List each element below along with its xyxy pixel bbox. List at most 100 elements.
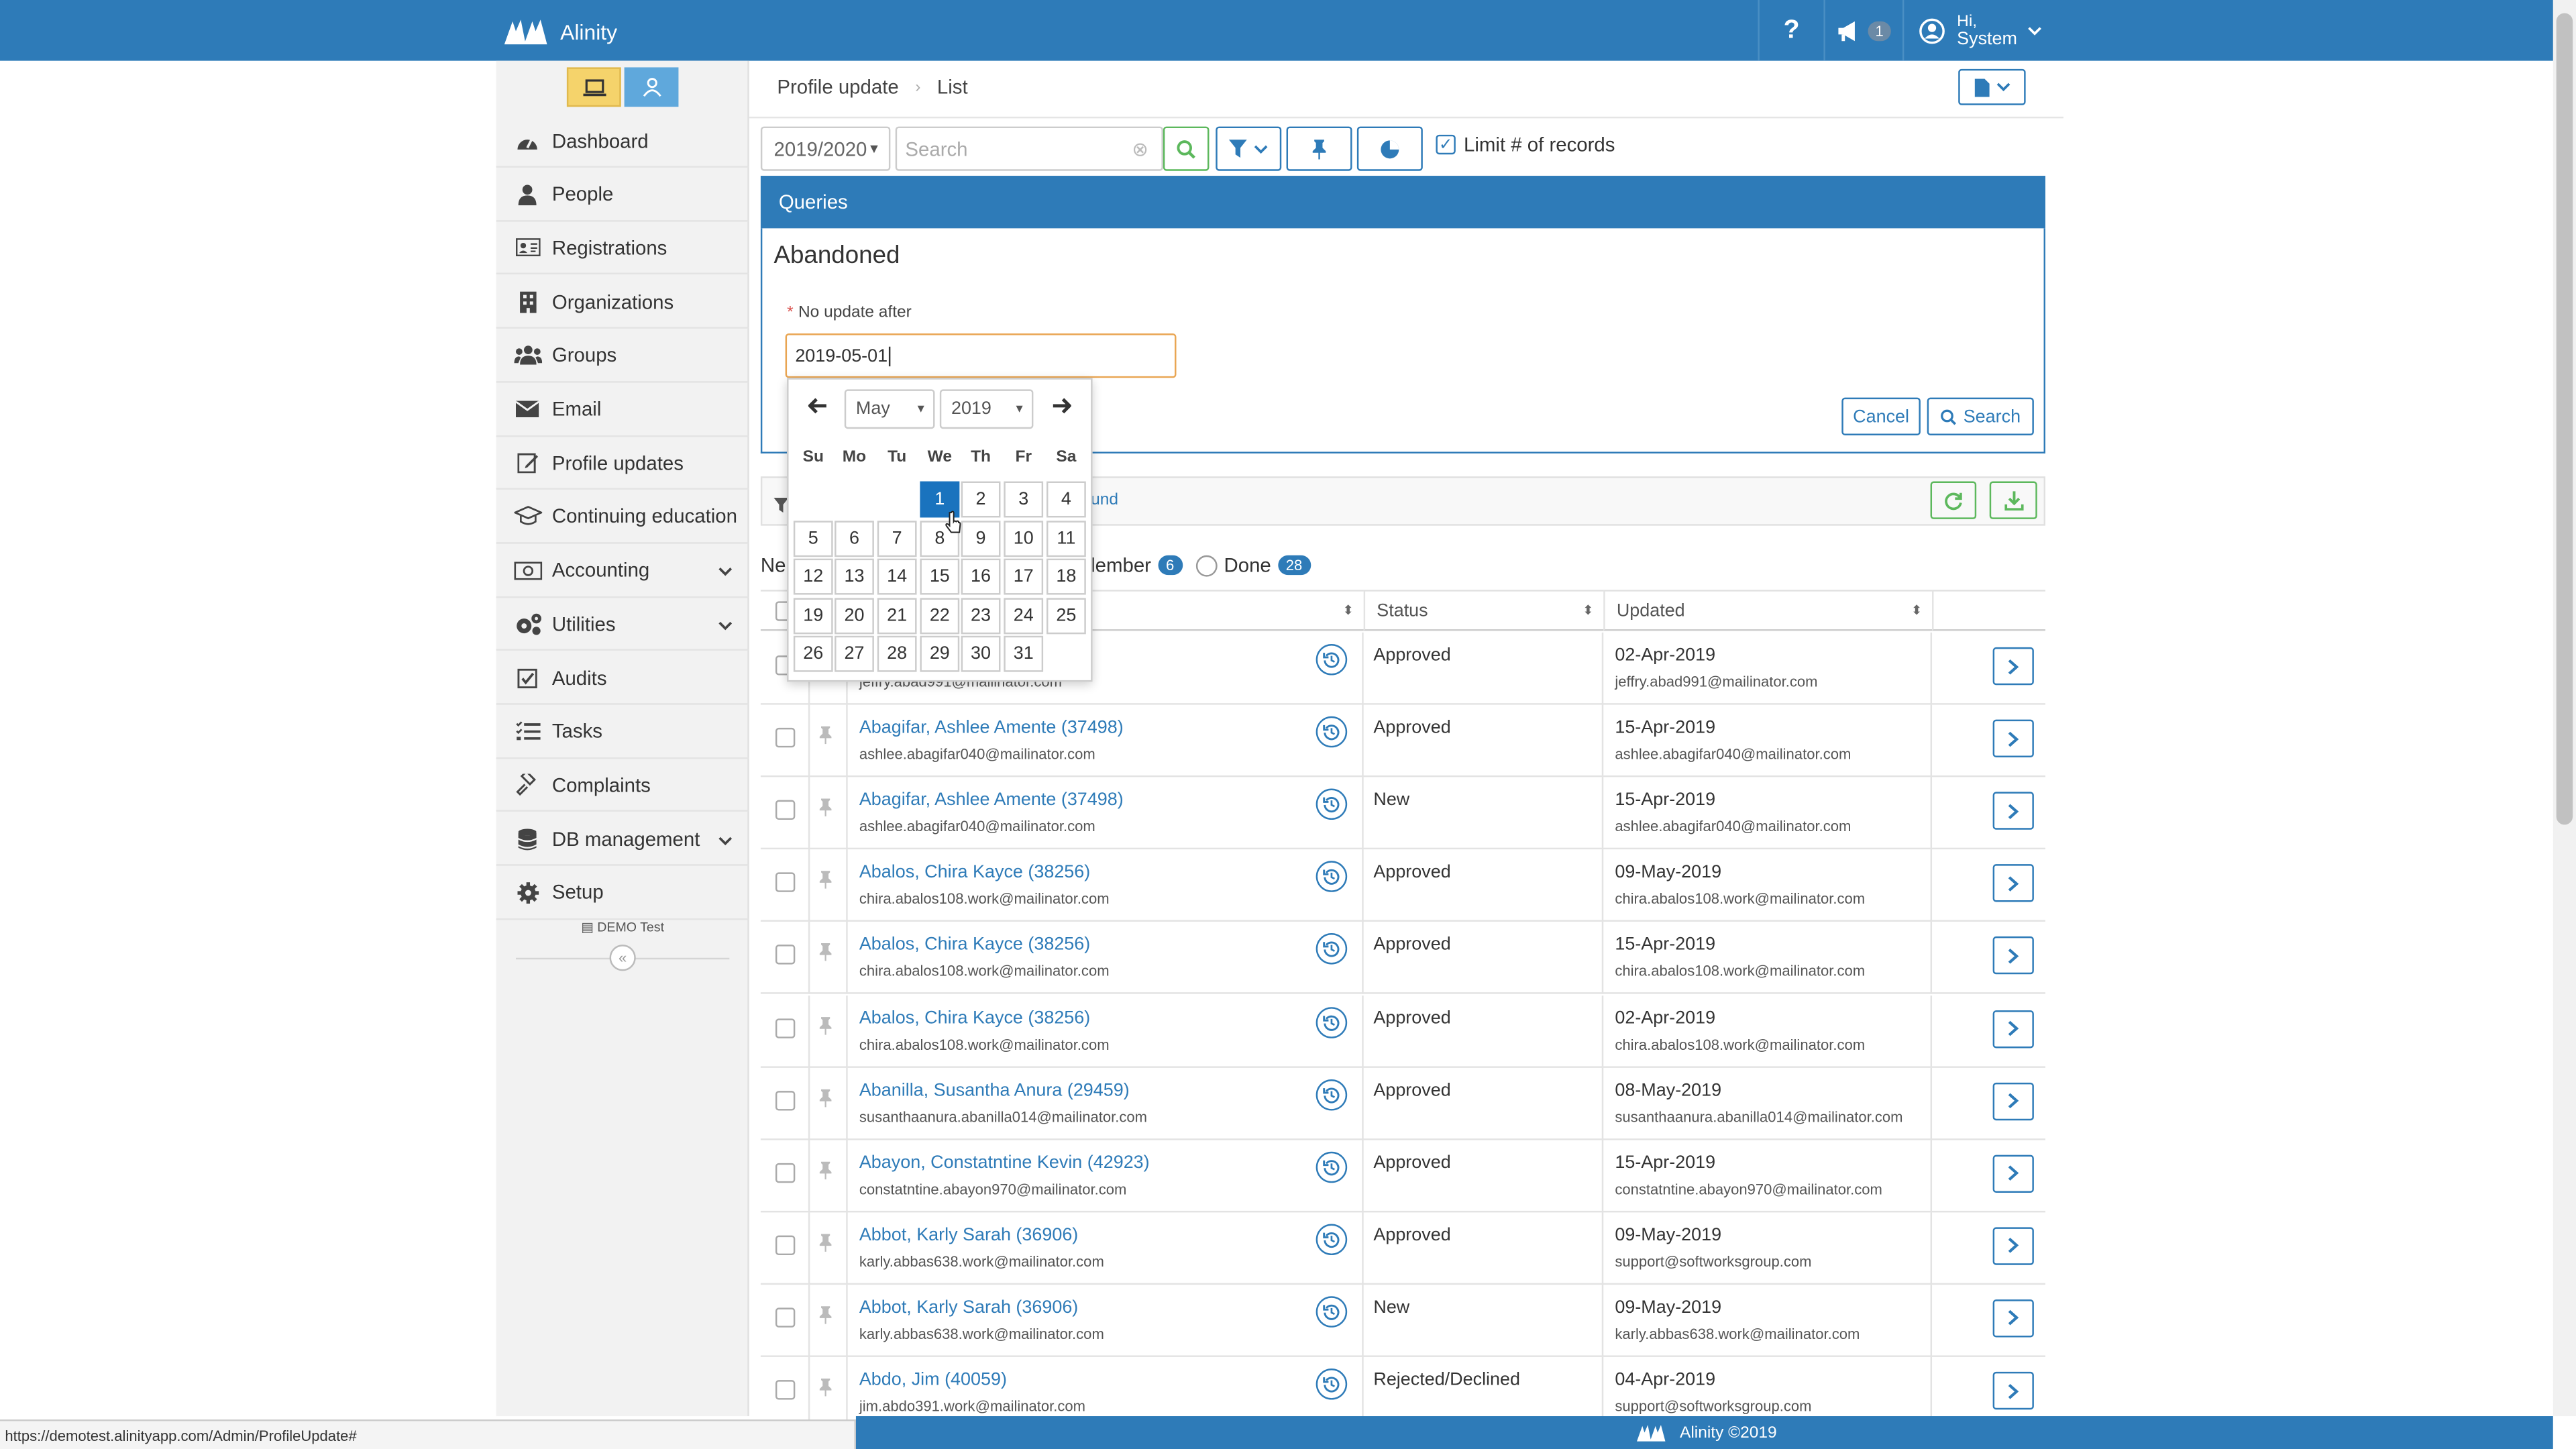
column-header-status[interactable]: Status ⬍ (1363, 590, 1604, 631)
sidebar-item-people[interactable]: People (496, 168, 749, 221)
pin-icon[interactable] (818, 1158, 833, 1187)
person-name-link[interactable]: Abdo, Jim (40059) (859, 1370, 1007, 1389)
open-record-button[interactable] (1992, 1371, 2034, 1410)
sidebar-item-setup[interactable]: Setup (496, 867, 749, 920)
open-record-button[interactable] (1992, 647, 2034, 686)
row-checkbox[interactable] (775, 1163, 796, 1183)
open-record-button[interactable] (1992, 792, 2034, 830)
records-found-link[interactable]: und (1091, 491, 1118, 509)
open-record-button[interactable] (1992, 864, 2034, 903)
member-filter[interactable]: lember 6 (1091, 553, 1183, 577)
sidebar-item-audits[interactable]: Audits (496, 652, 749, 705)
calendar-day[interactable]: 10 (1004, 520, 1044, 557)
breadcrumb-item-profile-update[interactable]: Profile update (777, 76, 898, 99)
sidebar-item-dashboard[interactable]: Dashboard (496, 115, 749, 168)
calendar-day[interactable]: 24 (1004, 597, 1044, 634)
column-header-updated[interactable]: Updated ⬍ (1603, 590, 1933, 631)
sidebar-item-complaints[interactable]: Complaints (496, 759, 749, 812)
calendar-day[interactable]: 26 (793, 636, 833, 673)
datepicker-next-button[interactable] (1048, 391, 1074, 421)
open-record-button[interactable] (1992, 1299, 2034, 1338)
desktop-view-toggle[interactable] (566, 67, 621, 107)
pin-icon[interactable] (818, 941, 833, 970)
pin-icon[interactable] (818, 868, 833, 898)
history-icon[interactable] (1316, 716, 1348, 748)
calendar-day[interactable]: 18 (1046, 559, 1086, 595)
clear-search-icon[interactable]: ⊗ (1132, 137, 1148, 160)
calendar-day[interactable]: 27 (835, 636, 874, 673)
sidebar-item-registrations[interactable]: Registrations (496, 223, 749, 275)
calendar-day[interactable]: 13 (835, 559, 874, 595)
row-checkbox[interactable] (775, 1090, 796, 1110)
row-checkbox[interactable] (775, 800, 796, 820)
row-checkbox[interactable] (775, 873, 796, 893)
person-name-link[interactable]: Abalos, Chira Kayce (38256) (859, 935, 1090, 955)
calendar-day[interactable]: 31 (1004, 636, 1044, 673)
person-name-link[interactable]: Abalos, Chira Kayce (38256) (859, 863, 1090, 882)
pin-icon[interactable] (818, 1085, 833, 1115)
person-name-link[interactable]: Abagifar, Ashlee Amente (37498) (859, 790, 1124, 810)
sidebar-item-accounting[interactable]: Accounting (496, 545, 749, 598)
open-record-button[interactable] (1992, 936, 2034, 975)
help-button[interactable]: ? (1758, 0, 1823, 61)
calendar-day[interactable]: 22 (920, 597, 960, 634)
pin-icon[interactable] (818, 1230, 833, 1260)
pin-icon[interactable] (818, 1303, 833, 1332)
notifications-button[interactable]: 1 (1823, 0, 1902, 61)
chart-button[interactable] (1356, 126, 1423, 171)
sidebar-item-tasks[interactable]: Tasks (496, 706, 749, 759)
datepicker-month-select[interactable]: May ▼ (844, 389, 935, 429)
calendar-day[interactable]: 23 (961, 597, 1001, 634)
row-checkbox[interactable] (775, 1235, 796, 1255)
calendar-day[interactable]: 2 (961, 481, 1001, 518)
sidebar-item-groups[interactable]: Groups (496, 330, 749, 383)
history-icon[interactable] (1316, 1368, 1348, 1400)
history-icon[interactable] (1316, 1224, 1348, 1255)
search-button[interactable] (1163, 126, 1210, 171)
calendar-day[interactable]: 17 (1004, 559, 1044, 595)
done-filter[interactable]: Done 28 (1195, 553, 1311, 577)
calendar-day[interactable]: 3 (1004, 481, 1044, 518)
open-record-button[interactable] (1992, 1009, 2034, 1048)
row-checkbox[interactable] (775, 1307, 796, 1328)
sidebar-item-email[interactable]: Email (496, 384, 749, 437)
brand-logo[interactable]: Alinity (501, 13, 617, 50)
sidebar-item-continuing-education[interactable]: Continuing education (496, 491, 749, 544)
history-icon[interactable] (1316, 1006, 1348, 1038)
scrollbar-thumb[interactable] (2556, 13, 2573, 825)
limit-records-toggle[interactable]: ✓ Limit # of records (1436, 133, 1615, 156)
open-record-button[interactable] (1992, 719, 2034, 758)
open-record-button[interactable] (1992, 1081, 2034, 1120)
calendar-day[interactable]: 5 (793, 520, 833, 557)
history-icon[interactable] (1316, 933, 1348, 965)
document-menu-button[interactable] (1958, 68, 2026, 105)
query-search-button[interactable]: Search (1927, 397, 2034, 435)
calendar-day[interactable]: 21 (877, 597, 917, 634)
search-input[interactable]: Search ⊗ (895, 126, 1163, 171)
person-name-link[interactable]: Abanilla, Susantha Anura (29459) (859, 1080, 1130, 1099)
calendar-day[interactable]: 4 (1046, 481, 1086, 518)
calendar-day[interactable]: 30 (961, 636, 1001, 673)
calendar-day[interactable]: 29 (920, 636, 960, 673)
pin-icon[interactable] (818, 723, 833, 753)
calendar-day[interactable]: 28 (877, 636, 917, 673)
download-button[interactable] (1989, 481, 2037, 519)
limit-checkbox[interactable]: ✓ (1436, 134, 1456, 155)
open-record-button[interactable] (1992, 1154, 2034, 1193)
calendar-day[interactable]: 25 (1046, 597, 1086, 634)
sidebar-item-profile-updates[interactable]: Profile updates (496, 437, 749, 490)
user-menu[interactable]: Hi, System (1902, 0, 2057, 61)
history-icon[interactable] (1316, 861, 1348, 893)
no-update-after-input[interactable]: 2019-05-01 (785, 333, 1177, 378)
calendar-day[interactable]: 15 (920, 559, 960, 595)
calendar-day[interactable]: 9 (961, 520, 1001, 557)
open-record-button[interactable] (1992, 1226, 2034, 1265)
calendar-day[interactable]: 16 (961, 559, 1001, 595)
row-checkbox[interactable] (775, 945, 796, 965)
person-name-link[interactable]: Abagifar, Ashlee Amente (37498) (859, 718, 1124, 737)
calendar-day[interactable]: 19 (793, 597, 833, 634)
history-icon[interactable] (1316, 1295, 1348, 1328)
person-name-link[interactable]: Abayon, Constatntine Kevin (42923) (859, 1152, 1150, 1172)
person-name-link[interactable]: Abbot, Karly Sarah (36906) (859, 1225, 1078, 1244)
person-name-link[interactable]: Abalos, Chira Kayce (38256) (859, 1008, 1090, 1027)
